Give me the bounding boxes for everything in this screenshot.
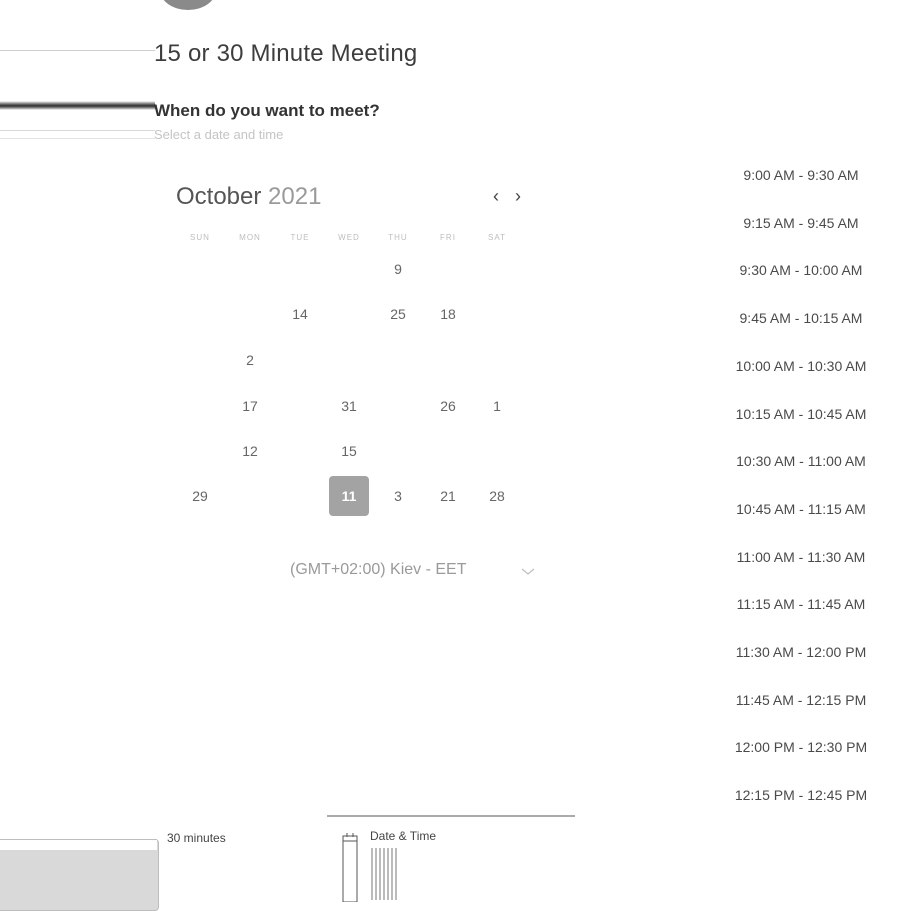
time-slot-button[interactable]: 11:45 AM - 12:15 PM	[722, 692, 880, 708]
time-slot-button[interactable]: 10:00 AM - 10:30 AM	[722, 358, 880, 374]
chevron-down-icon[interactable]	[520, 561, 536, 581]
chevron-right-icon: ›	[515, 186, 521, 206]
time-slot-button[interactable]: 9:15 AM - 9:45 AM	[722, 215, 880, 231]
calendar-day[interactable]: 3	[378, 476, 418, 516]
weekday-header: MON	[239, 233, 261, 242]
calendar-day[interactable]: 1	[477, 386, 517, 426]
calendar-day[interactable]: 25	[378, 294, 418, 334]
weekday-header: SAT	[488, 233, 506, 242]
date-time-bars	[371, 848, 397, 900]
calendar-day[interactable]: 2	[230, 340, 270, 380]
next-month-button[interactable]: ›	[510, 185, 526, 207]
time-slot-button[interactable]: 10:45 AM - 11:15 AM	[722, 501, 880, 517]
helper-text: Select a date and time	[154, 127, 284, 142]
calendar-day[interactable]: 28	[477, 476, 517, 516]
calendar-day[interactable]: 29	[180, 476, 220, 516]
time-slot-button[interactable]: 9:00 AM - 9:30 AM	[722, 167, 880, 183]
calendar-day[interactable]: 18	[428, 294, 468, 334]
calendar-day[interactable]: 21	[428, 476, 468, 516]
weekday-header: TUE	[290, 233, 310, 242]
calendar-year: 2021	[268, 183, 322, 210]
time-slot-button[interactable]: 11:15 AM - 11:45 AM	[722, 596, 880, 612]
time-slot-button[interactable]: 11:30 AM - 12:00 PM	[722, 644, 880, 660]
sidebar-divider	[0, 50, 155, 51]
calendar-day[interactable]: 9	[378, 249, 418, 289]
timezone-select[interactable]: (GMT+02:00) Kiev - EET	[290, 561, 467, 579]
date-time-label: Date & Time	[370, 829, 437, 843]
page-title: 15 or 30 Minute Meeting	[154, 40, 418, 67]
calendar-icon	[342, 832, 358, 903]
duration-panel-header	[0, 839, 157, 850]
sidebar-active-indicator	[0, 101, 155, 110]
sidebar-divider	[0, 130, 155, 131]
time-slot-button[interactable]: 9:30 AM - 10:00 AM	[722, 262, 880, 278]
sidebar-divider	[0, 138, 155, 139]
weekday-header: SUN	[190, 233, 210, 242]
calendar-day[interactable]: 14	[280, 294, 320, 334]
avatar	[160, 0, 216, 10]
calendar-day[interactable]: 26	[428, 386, 468, 426]
duration-label: 30 minutes	[167, 831, 226, 845]
time-slot-button[interactable]: 12:15 PM - 12:45 PM	[722, 787, 880, 803]
previous-month-button[interactable]: ‹	[488, 185, 504, 207]
time-slot-button[interactable]: 11:00 AM - 11:30 AM	[722, 549, 880, 565]
weekday-header: WED	[338, 233, 360, 242]
time-slot-button[interactable]: 10:30 AM - 11:00 AM	[722, 453, 880, 469]
calendar-day-selected[interactable]: 11	[329, 476, 369, 516]
calendar-day[interactable]: 31	[329, 386, 369, 426]
time-slot-button[interactable]: 9:45 AM - 10:15 AM	[722, 310, 880, 326]
chevron-left-icon: ‹	[493, 186, 499, 206]
calendar-day[interactable]: 12	[230, 431, 270, 471]
calendar-month-title: October 2021	[176, 183, 321, 211]
calendar-day[interactable]: 15	[329, 431, 369, 471]
weekday-header: THU	[388, 233, 408, 242]
section-heading: When do you want to meet?	[154, 101, 380, 120]
time-slot-button[interactable]: 12:00 PM - 12:30 PM	[722, 739, 880, 755]
weekday-header: FRI	[440, 233, 456, 242]
time-slot-button[interactable]: 10:15 AM - 10:45 AM	[722, 406, 880, 422]
calendar-month: October	[176, 183, 262, 210]
calendar-day[interactable]: 17	[230, 386, 270, 426]
step-divider	[327, 815, 575, 817]
